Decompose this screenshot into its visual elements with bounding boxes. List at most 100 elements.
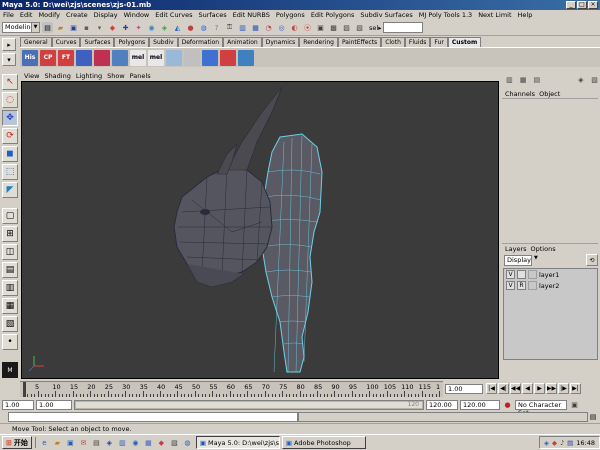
time-slider[interactable]: 5 10 15 20 25 30 35 40 45 50 55 60 65 70 75 80 85 90 95 100… [20, 381, 443, 397]
shelf-button-9[interactable] [166, 49, 182, 66]
highlight-selection-icon[interactable]: ▥ [237, 22, 248, 33]
ipr-render-icon[interactable]: ▨ [341, 22, 352, 33]
hierarchy-mask-icon[interactable]: ▪ [81, 22, 92, 33]
select-dynamics-icon[interactable]: ● [185, 22, 196, 33]
hypershade-persp-icon[interactable]: ▦ [2, 298, 18, 314]
range-slider[interactable]: 120 [74, 400, 424, 410]
attribute-editor-icon[interactable]: ▥ [504, 75, 515, 86]
history-icon[interactable]: ▣ [315, 22, 326, 33]
play-forward-icon[interactable]: ▶ [534, 383, 545, 394]
render-globals-icon[interactable]: ▧ [354, 22, 365, 33]
quicklaunch-app3-icon[interactable]: ▥ [117, 437, 128, 448]
channel-box-icon[interactable]: ▤ [532, 75, 543, 86]
select-tool-icon[interactable]: ↖ [2, 74, 18, 90]
channel-box-tab-object[interactable]: Object [539, 89, 560, 98]
start-button[interactable]: ⊞ 开始 [2, 436, 32, 449]
range-slider-bar[interactable] [76, 402, 422, 408]
menu-next-limit[interactable]: Next Limit [478, 10, 511, 20]
select-surfaces-icon[interactable]: ◈ [159, 22, 170, 33]
select-rendering-icon[interactable]: ◍ [198, 22, 209, 33]
select-curves-icon[interactable]: ◉ [146, 22, 157, 33]
select-joints-icon[interactable]: ✦ [133, 22, 144, 33]
snap-grid-icon[interactable]: ▦ [250, 22, 261, 33]
panel-menu-view[interactable]: View [24, 71, 39, 81]
snap-view-plane-icon[interactable]: ◐ [289, 22, 300, 33]
menu-modify[interactable]: Modify [38, 10, 60, 20]
shelf-tab-surfaces[interactable]: Surfaces [80, 37, 115, 47]
panel-menu-shading[interactable]: Shading [44, 71, 70, 81]
shelf-button-11[interactable] [202, 49, 218, 66]
shelf-menu-icon[interactable]: ▸ [2, 38, 16, 51]
layout-menu-icon[interactable]: • [2, 334, 18, 350]
shelf-tab-rendering[interactable]: Rendering [299, 37, 338, 47]
shelf-button-12[interactable] [220, 49, 236, 66]
desktop-icon[interactable]: ▣ [65, 437, 76, 448]
shelf-button-8[interactable]: mel [148, 49, 164, 66]
menu-create[interactable]: Create [66, 10, 88, 20]
animation-end-field[interactable]: 120.00 [460, 400, 500, 410]
layer-display-select[interactable]: Display [504, 255, 532, 266]
shelf-editor-icon[interactable]: ▾ [2, 53, 16, 66]
layer-row[interactable]: Vlayer1 [504, 269, 597, 280]
render-icon[interactable]: ▩ [328, 22, 339, 33]
shelf-tab-polygons[interactable]: Polygons [114, 37, 150, 47]
outliner-icon[interactable]: ▧ [589, 75, 600, 86]
task-button[interactable]: ▣ Adobe Photoshop [281, 436, 366, 449]
single-view-icon[interactable]: ▢ [2, 208, 18, 224]
graph-persp-icon[interactable]: ▥ [2, 280, 18, 296]
maximize-button[interactable]: □ [577, 1, 587, 9]
layer-color-swatch[interactable] [528, 270, 537, 279]
shelf-tab-cloth[interactable]: Cloth [381, 37, 405, 47]
step-forward-key-icon[interactable]: ▶▶ [546, 383, 557, 394]
shelf-button-6[interactable] [112, 49, 128, 66]
quicklaunch-app7-icon[interactable]: ▧ [169, 437, 180, 448]
layers-tab-options[interactable]: Options [531, 244, 556, 253]
menu-edit[interactable]: Edit [20, 10, 33, 20]
move-tool-icon[interactable]: ✥ [2, 110, 18, 126]
menu-polygons[interactable]: Polygons [276, 10, 305, 20]
layer-reference-toggle[interactable] [517, 270, 526, 279]
outlook-icon[interactable]: ✉ [78, 437, 89, 448]
menu-edit-nurbs[interactable]: Edit NURBS [233, 10, 270, 20]
shelf-tab-curves[interactable]: Curves [51, 37, 81, 47]
shelf-tab-fluids[interactable]: Fluids [404, 37, 431, 47]
persp-graph-icon[interactable]: ▧ [2, 316, 18, 332]
manipulator-tool-icon[interactable]: ⬚ [2, 164, 18, 180]
shelf-button-13[interactable] [238, 49, 254, 66]
layer-color-swatch[interactable] [528, 281, 537, 290]
menu-window[interactable]: Window [124, 10, 150, 20]
snap-point-icon[interactable]: ◎ [276, 22, 287, 33]
lasso-tool-icon[interactable]: ◌ [2, 92, 18, 108]
close-button[interactable]: × [588, 1, 598, 9]
playback-start-field[interactable]: 1.00 [36, 400, 72, 410]
current-time-indicator[interactable] [23, 382, 26, 397]
playback-end-field[interactable]: 120.00 [426, 400, 458, 410]
shelf-tab-dynamics[interactable]: Dynamics [261, 37, 300, 47]
new-scene-icon[interactable]: ▤ [42, 22, 53, 33]
four-view-icon[interactable]: ⊞ [2, 226, 18, 242]
layers-tab-layers[interactable]: Layers [505, 244, 527, 253]
shelf-button-4[interactable] [76, 49, 92, 66]
layer-visibility-toggle[interactable]: V [506, 281, 515, 290]
step-back-icon[interactable]: ◀| [498, 383, 509, 394]
task-button[interactable]: ▣Maya 5.0: D:\wei\zjs\sce... [195, 436, 280, 449]
channel-box-tab-channels[interactable]: Channels [505, 89, 535, 98]
shelf-tab-painteffects[interactable]: PaintEffects [337, 37, 382, 47]
layer-visibility-toggle[interactable]: V [506, 270, 515, 279]
tray-network-icon[interactable]: ◈ [544, 439, 549, 447]
menu-subdiv-surfaces[interactable]: Subdiv Surfaces [360, 10, 412, 20]
quicklaunch-app8-icon[interactable]: ◍ [182, 437, 193, 448]
last-tool-icon[interactable]: ◤ [2, 182, 18, 198]
quick-select-input[interactable] [383, 22, 424, 33]
tray-antivirus-icon[interactable]: ◆ [552, 439, 557, 447]
menu-edit-polygons[interactable]: Edit Polygons [311, 10, 355, 20]
command-input[interactable] [8, 412, 298, 422]
quicklaunch-app6-icon[interactable]: ◆ [156, 437, 167, 448]
character-set-select[interactable]: No Character Set [515, 400, 567, 417]
new-layer-icon[interactable]: ⟲ [586, 254, 598, 266]
tray-volume-icon[interactable]: ♪ [560, 439, 564, 447]
animation-start-field[interactable]: 1.00 [2, 400, 34, 410]
object-mask-icon[interactable]: ▾ [94, 22, 105, 33]
make-live-icon[interactable]: ⦿ [302, 22, 313, 33]
layer-row[interactable]: V Rlayer2 [504, 280, 597, 291]
